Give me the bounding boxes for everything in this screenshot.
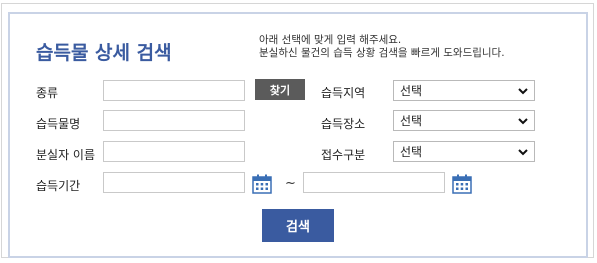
owner-name-input[interactable] [103,141,245,162]
chevron-down-icon [518,148,528,155]
calendar-icon[interactable] [251,173,273,195]
place-select[interactable]: 선택 [393,110,535,131]
description: 아래 선택에 맞게 입력 해주세요. 분실하신 물건의 습득 상황 검색을 빠르… [259,34,505,60]
search-button[interactable]: 검색 [262,209,334,242]
description-line-2: 분실하신 물건의 습득 상황 검색을 빠르게 도와드립니다. [259,47,505,59]
place-select-value: 선택 [400,114,423,128]
region-select-value: 선택 [400,84,423,98]
type-label: 종류 [36,86,59,100]
calendar-icon[interactable] [451,173,473,195]
receipt-type-select[interactable]: 선택 [393,141,535,162]
period-separator: ~ [285,176,296,191]
receipt-type-label: 접수구분 [321,148,366,162]
item-name-label: 습득물명 [36,117,81,131]
find-button[interactable]: 찾기 [255,79,305,100]
type-input[interactable] [103,80,245,101]
period-start-input[interactable] [103,172,245,193]
period-end-input[interactable] [303,172,445,193]
receipt-type-select-value: 선택 [400,145,423,159]
item-name-input[interactable] [103,110,245,131]
chevron-down-icon [518,87,528,94]
region-label: 습득지역 [321,86,366,100]
chevron-down-icon [518,117,528,124]
page-title: 습득물 상세 검색 [36,42,172,64]
owner-name-label: 분실자 이름 [36,148,96,162]
region-select[interactable]: 선택 [393,80,535,101]
period-label: 습득기간 [36,179,81,193]
place-label: 습득장소 [321,117,366,131]
description-line-1: 아래 선택에 맞게 입력 해주세요. [259,34,402,46]
